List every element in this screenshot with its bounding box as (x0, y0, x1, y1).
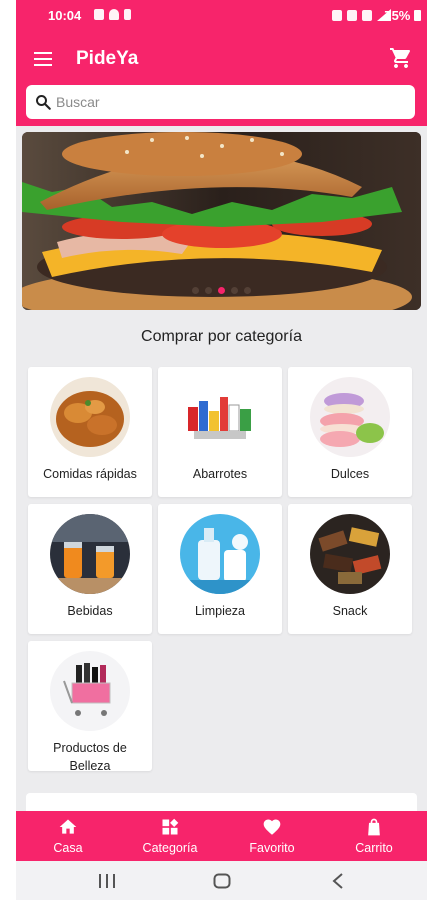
alarm-icon (332, 9, 342, 21)
category-card-abarrotes[interactable]: Abarrotes (158, 367, 282, 497)
app-bar: PideYa (16, 32, 427, 126)
search-input[interactable] (54, 93, 388, 111)
heart-icon (263, 819, 281, 835)
status-bar: 10:04 75% (16, 0, 427, 32)
sweets-image (310, 377, 390, 457)
category-icon (162, 818, 179, 835)
category-label: Comidas rápidas (43, 467, 137, 481)
carousel-dot[interactable] (205, 287, 212, 294)
groceries-image (180, 377, 260, 457)
home-icon (59, 819, 77, 834)
fast-food-image (50, 377, 130, 457)
category-label: Dulces (330, 467, 370, 481)
category-card-bebidas[interactable]: Bebidas (28, 504, 152, 634)
carousel-dot-active[interactable] (218, 287, 225, 294)
system-nav-bar (16, 861, 427, 900)
search-bar[interactable] (26, 85, 415, 119)
snack-image (310, 514, 390, 594)
status-time: 10:04 (48, 8, 82, 23)
battery-icon (414, 10, 421, 21)
category-card-comidas-rapidas[interactable]: Comidas rápidas (28, 367, 152, 497)
carousel-dot[interactable] (231, 287, 238, 294)
wifi-icon (362, 9, 372, 21)
category-card-productos-de-belleza[interactable]: Productos de Belleza (28, 641, 152, 773)
app-screen: 10:04 75% PideYa Buscar Comprar por cate… (16, 0, 427, 900)
nav-casa[interactable]: Casa (18, 811, 118, 861)
gallery-notification-icon (94, 9, 104, 20)
back-icon[interactable] (332, 873, 344, 889)
menu-icon[interactable] (34, 52, 52, 66)
category-card-dulces[interactable]: Dulces (288, 367, 412, 497)
category-card-snack[interactable]: Snack (288, 504, 412, 634)
cart-icon[interactable] (389, 46, 413, 70)
category-card-limpieza[interactable]: Limpieza (158, 504, 282, 634)
phone-notification-icon (124, 9, 131, 20)
carousel-dot[interactable] (192, 287, 199, 294)
search-icon (36, 95, 51, 110)
cloud-notification-icon (109, 9, 119, 20)
promo-carousel[interactable] (22, 132, 421, 310)
category-label: Snack (332, 604, 368, 618)
carousel-dot[interactable] (244, 287, 251, 294)
home-button-icon[interactable] (213, 873, 231, 889)
nav-carrito[interactable]: Carrito (324, 811, 424, 861)
status-left-icons (94, 9, 131, 20)
category-label: Abarrotes (192, 467, 248, 481)
battery-level: 75% (384, 8, 421, 23)
cleaning-image (180, 514, 260, 594)
nav-favorito[interactable]: Favorito (222, 811, 322, 861)
beauty-image (50, 651, 130, 731)
drinks-image (50, 514, 130, 594)
bottom-nav: Casa Categoría Favorito Carrito (16, 811, 427, 861)
carousel-indicator[interactable] (22, 287, 421, 294)
recent-apps-icon[interactable] (98, 874, 116, 888)
category-label: Limpieza (194, 604, 246, 618)
mute-icon (347, 9, 357, 21)
status-right-icons (332, 9, 391, 21)
nav-categoria[interactable]: Categoría (120, 811, 220, 861)
category-label: Bebidas (67, 604, 113, 618)
section-title: Comprar por categoría (141, 328, 302, 345)
burger-banner-image (22, 132, 421, 310)
bag-icon (368, 818, 380, 836)
category-label: Productos de Belleza (53, 741, 127, 773)
app-title: PideYa (76, 48, 139, 69)
